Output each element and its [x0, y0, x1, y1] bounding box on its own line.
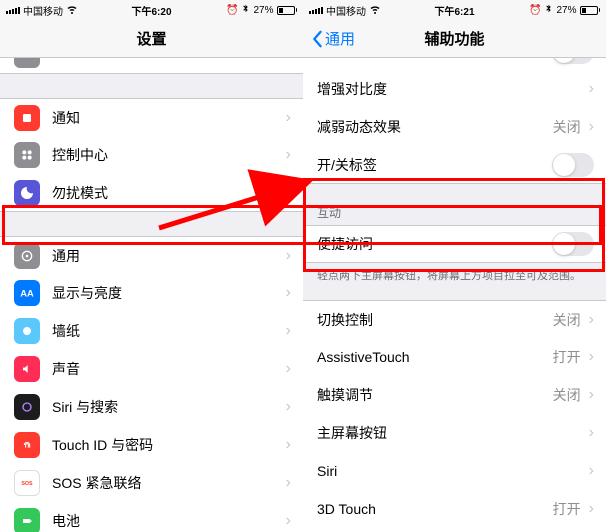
chevron-left-icon — [311, 30, 323, 48]
wifi-icon — [369, 3, 381, 18]
contrast-row[interactable]: 增强对比度 › — [303, 70, 606, 108]
nav-bar: 通用 辅助功能 — [303, 20, 606, 58]
notifications-row[interactable]: 通知 › — [0, 98, 303, 136]
bluetooth-icon — [241, 4, 250, 16]
clock: 下午6:20 — [131, 3, 171, 18]
settings-group-1: 通知 › 控制中心 › 勿扰模式 › — [0, 98, 303, 212]
alarm-icon: ⏰ — [529, 5, 541, 16]
chevron-right-icon: › — [286, 284, 291, 302]
bluetooth-icon — [544, 4, 553, 16]
settings-row[interactable]: › — [0, 58, 303, 74]
battery-icon — [14, 508, 40, 532]
toggle-switch[interactable] — [552, 232, 594, 256]
alarm-icon: ⏰ — [226, 5, 238, 16]
chevron-right-icon: › — [589, 500, 594, 518]
carrier-label: 中国移动 — [326, 3, 366, 18]
toggle-switch[interactable] — [552, 153, 594, 177]
nav-bar: 设置 — [0, 20, 303, 58]
onoff-labels-row[interactable]: 开/关标签 — [303, 146, 606, 184]
unknown-icon — [14, 58, 40, 68]
toggle-row-cut[interactable] — [303, 58, 606, 70]
chevron-right-icon: › — [286, 512, 291, 530]
chevron-right-icon: › — [286, 360, 291, 378]
battery-icon — [580, 6, 601, 15]
wallpaper-row[interactable]: 墙纸 › — [0, 312, 303, 350]
chevron-right-icon: › — [286, 58, 291, 64]
section-footer: 轻点两下主屏幕按钮，将屏幕上方项目拉至可及范围。 — [303, 263, 606, 290]
wallpaper-icon — [14, 318, 40, 344]
chevron-right-icon: › — [589, 80, 594, 98]
settings-screen: 中国移动 下午6:20 ⏰ 27% 设置 › — [0, 0, 303, 532]
clock: 下午6:21 — [434, 3, 474, 18]
wifi-icon — [66, 3, 78, 18]
switch-control-row[interactable]: 切换控制 关闭 › — [303, 300, 606, 338]
battery-label: 27% — [253, 5, 273, 16]
nav-title: 辅助功能 — [424, 28, 484, 49]
reachability-row[interactable]: 便捷访问 — [303, 225, 606, 263]
siri-row[interactable]: Siri 与搜索 › — [0, 388, 303, 426]
section-header: 互动 — [303, 198, 606, 225]
siri-row[interactable]: Siri › — [303, 452, 606, 490]
touch-accommodations-row[interactable]: 触摸调节 关闭 › — [303, 376, 606, 414]
chevron-right-icon: › — [286, 322, 291, 340]
nav-title: 设置 — [136, 28, 166, 49]
chevron-right-icon: › — [589, 424, 594, 442]
chevron-right-icon: › — [589, 462, 594, 480]
chevron-right-icon: › — [286, 247, 291, 265]
settings-group-2: 通用 › AA 显示与亮度 › 墙纸 › 声音 › Siri 与搜索 › — [0, 236, 303, 532]
status-bar: 中国移动 下午6:20 ⏰ 27% — [0, 0, 303, 20]
general-icon — [14, 243, 40, 269]
chevron-right-icon: › — [286, 474, 291, 492]
chevron-right-icon: › — [286, 436, 291, 454]
battery-row[interactable]: 电池 › — [0, 502, 303, 532]
battery-label: 27% — [556, 5, 576, 16]
sounds-row[interactable]: 声音 › — [0, 350, 303, 388]
control-center-row[interactable]: 控制中心 › — [0, 136, 303, 174]
chevron-right-icon: › — [589, 311, 594, 329]
signal-icon — [309, 7, 323, 14]
svg-text:AA: AA — [20, 288, 34, 298]
carrier-label: 中国移动 — [23, 3, 63, 18]
display-row[interactable]: AA 显示与亮度 › — [0, 274, 303, 312]
home-button-row[interactable]: 主屏幕按钮 › — [303, 414, 606, 452]
keyboard-row[interactable]: 键盘 › — [303, 528, 606, 532]
status-bar: 中国移动 下午6:21 ⏰ 27% — [303, 0, 606, 20]
chevron-right-icon: › — [286, 146, 291, 164]
sos-row[interactable]: SOS SOS 紧急联络 › — [0, 464, 303, 502]
svg-text:SOS: SOS — [21, 481, 33, 487]
back-button[interactable]: 通用 — [311, 28, 355, 49]
toggle-switch[interactable] — [552, 58, 594, 64]
dnd-row[interactable]: 勿扰模式 › — [0, 174, 303, 212]
chevron-right-icon: › — [589, 348, 594, 366]
sos-icon: SOS — [14, 470, 40, 496]
chevron-right-icon: › — [286, 398, 291, 416]
notification-icon — [14, 105, 40, 131]
signal-icon — [6, 7, 20, 14]
chevron-right-icon: › — [286, 109, 291, 127]
display-icon: AA — [14, 280, 40, 306]
assistivetouch-row[interactable]: AssistiveTouch 打开 › — [303, 338, 606, 376]
control-center-icon — [14, 142, 40, 168]
chevron-right-icon: › — [589, 118, 594, 136]
accessibility-screen: 中国移动 下午6:21 ⏰ 27% 通用 辅助功能 — [303, 0, 606, 532]
3dtouch-row[interactable]: 3D Touch 打开 › — [303, 490, 606, 528]
siri-icon — [14, 394, 40, 420]
general-row[interactable]: 通用 › — [0, 236, 303, 274]
chevron-right-icon: › — [286, 184, 291, 202]
touchid-icon — [14, 432, 40, 458]
dnd-icon — [14, 180, 40, 206]
chevron-right-icon: › — [589, 386, 594, 404]
sound-icon — [14, 356, 40, 382]
touchid-row[interactable]: Touch ID 与密码 › — [0, 426, 303, 464]
reduce-motion-row[interactable]: 减弱动态效果 关闭 › — [303, 108, 606, 146]
battery-icon — [277, 6, 298, 15]
